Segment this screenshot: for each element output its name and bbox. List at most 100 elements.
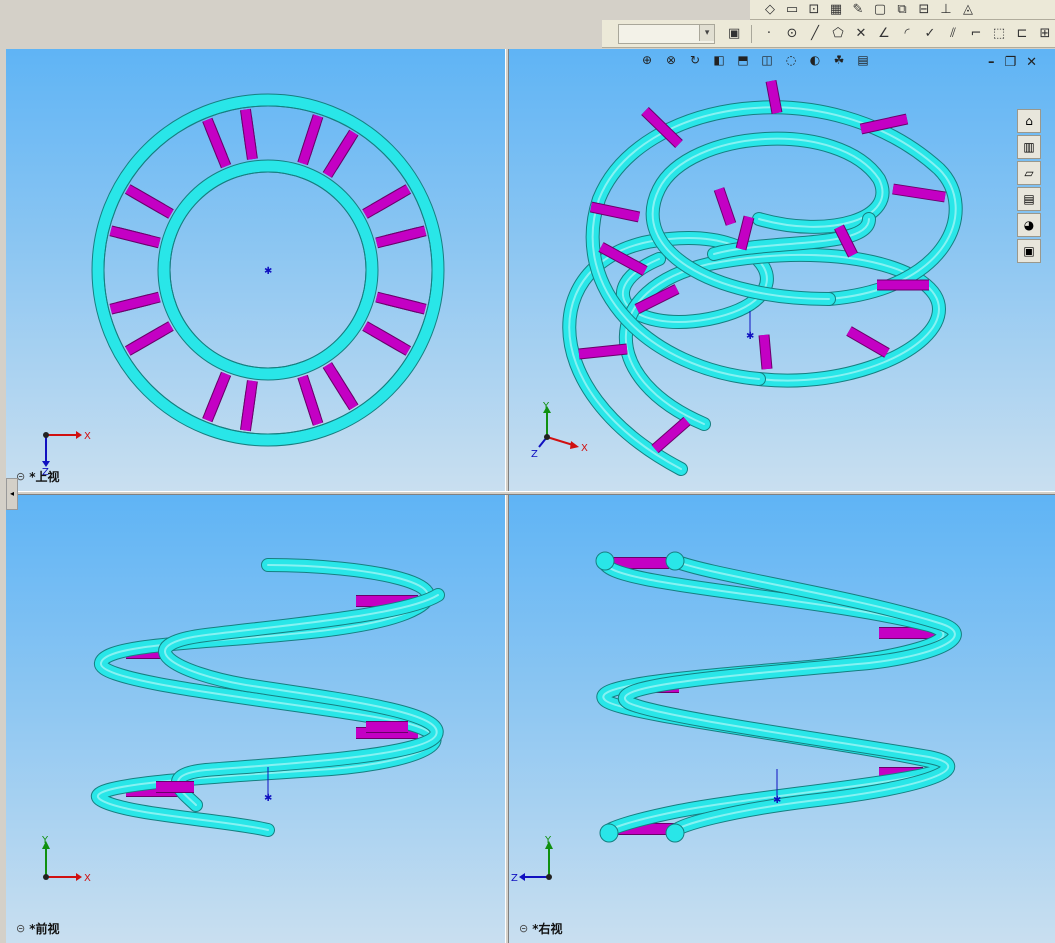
grid-icon[interactable]: ⊞ (1035, 26, 1055, 42)
section-icon[interactable]: ◧ (709, 53, 729, 69)
view-label: *上视 (29, 470, 60, 484)
rod (323, 362, 358, 410)
view-palette-icon[interactable]: ▤ (1017, 187, 1041, 211)
table-icon[interactable]: ▦ (826, 2, 846, 18)
angle-icon[interactable]: ∠ (874, 26, 894, 42)
close-button[interactable]: ✕ (1026, 55, 1037, 70)
view-triad: Y X Z (529, 401, 599, 461)
rod (203, 118, 231, 168)
point-icon[interactable]: · (759, 26, 779, 42)
display-style-icon[interactable]: ◫ (757, 53, 777, 69)
tube-end-cap (599, 823, 619, 843)
x-axis-label: X (581, 443, 588, 454)
tube-end-cap (665, 823, 685, 843)
x-axis-label: X (84, 873, 91, 884)
line-icon[interactable]: ╱ (805, 26, 825, 42)
rod (375, 292, 427, 314)
appearances-icon[interactable]: ◕ (1017, 213, 1041, 237)
x-axis-label: X (84, 431, 91, 442)
viewport-front[interactable]: ✱ Y X ⊝ *前视 (6, 495, 505, 943)
file-explorer-icon[interactable]: ▱ (1017, 161, 1041, 185)
y-axis-label: Y (544, 835, 552, 846)
tube-end-cap (595, 551, 615, 571)
rod (652, 417, 690, 453)
spring-model-right-view: ✱ (595, 551, 962, 843)
origin-marker: ✱ (264, 793, 272, 804)
view-name-right: ⊝ *右视 (519, 920, 563, 937)
sketch-icon[interactable]: ⊡ (804, 2, 824, 18)
spring-model-top-view: ✱ (91, 93, 445, 447)
hide-show-icon[interactable]: ◌ (781, 53, 801, 69)
sketch-toolbar: ▾ ▣ · ⊙ ╱ ⬠ ✕ ∠ ◜ ✓ ⫽ ⌐ ⬚ ⊏ ⊞ (602, 20, 1055, 48)
scene-icon[interactable]: ☘ (829, 53, 849, 69)
view-label: *右视 (532, 922, 563, 936)
view-name-top: ⊝ *上视 (16, 468, 60, 485)
z-axis-label: Z (531, 449, 538, 460)
view-label: *前视 (29, 922, 60, 936)
rod (759, 334, 772, 370)
zoom-area-icon[interactable]: ⊗ (661, 53, 681, 69)
chevron-down-icon[interactable]: ▾ (699, 24, 715, 41)
origin-marker: ✱ (746, 331, 754, 342)
rod (846, 327, 890, 357)
design-library-icon[interactable]: ▥ (1017, 135, 1041, 159)
appearance-icon[interactable]: ◐ (805, 53, 825, 69)
rod (578, 344, 628, 359)
rod (125, 322, 174, 355)
zoom-fit-icon[interactable]: ⊕ (637, 53, 657, 69)
rod (109, 292, 161, 314)
panel-collapse-handle[interactable]: ◂ (6, 478, 18, 510)
check-icon[interactable]: ✓ (920, 26, 940, 42)
view-triad: Y Z (511, 835, 571, 885)
base-icon[interactable]: ⊥ (936, 2, 956, 18)
heads-up-view-toolbar: ⊕ ⊗ ↻ ◧ ⬒ ◫ ◌ ◐ ☘ ▤ (637, 53, 873, 69)
copy-icon[interactable]: ▣ (724, 26, 744, 42)
box-icon[interactable]: ⊏ (1012, 26, 1032, 42)
polygon-icon[interactable]: ⬠ (828, 26, 848, 42)
viewport-right[interactable]: ✱ Y Z ⊝ *右视 (509, 495, 1055, 943)
window-controls: – ❐ ✕ (988, 55, 1037, 70)
viewport-top[interactable]: ✱ X Z ⊝ *上视 (6, 49, 505, 491)
link-icon: ⊝ (519, 922, 529, 935)
viewport-isometric[interactable]: ✱ ⊕ ⊗ ↻ ◧ ⬒ ◫ ◌ ◐ ☘ ▤ – ❐ ✕ ⌂ ▥ ▱ ▤ ◕ ▣ Y X Z (509, 49, 1055, 491)
rod (203, 372, 231, 422)
home-icon[interactable]: ⌂ (1017, 109, 1041, 133)
viewport-splitter-horizontal[interactable] (6, 491, 1055, 495)
rotate-icon[interactable]: ↻ (685, 53, 705, 69)
view-orientation-icon[interactable]: ⬒ (733, 53, 753, 69)
minimize-button[interactable]: – (988, 55, 995, 70)
z-axis-label: Z (511, 873, 518, 884)
custom-properties-icon[interactable]: ▣ (1017, 239, 1041, 263)
view-name-front: ⊝ *前视 (16, 920, 60, 937)
rod (323, 130, 358, 178)
y-axis-label: Y (41, 835, 49, 846)
configuration-combo[interactable]: ▾ (618, 23, 716, 44)
y-axis-label: Y (542, 401, 550, 412)
edit-icon[interactable]: ✎ (848, 2, 868, 18)
tube-end-cap (665, 551, 685, 571)
rod (892, 184, 946, 202)
corner-icon[interactable]: ⌐ (966, 26, 986, 42)
rectangle-icon[interactable]: ▭ (782, 2, 802, 18)
smart-dimension-icon[interactable]: ◇ (760, 2, 780, 18)
rod (375, 226, 427, 248)
restore-button[interactable]: ❐ (1004, 55, 1016, 70)
offset-icon[interactable]: ⫽ (943, 26, 963, 42)
window-icon[interactable]: ▢ (870, 2, 890, 18)
view-settings-icon[interactable]: ▤ (853, 53, 873, 69)
rod (125, 185, 174, 218)
convert-icon[interactable]: ⬚ (989, 26, 1009, 42)
link-icon: ⊝ (16, 922, 26, 935)
fillet-icon[interactable]: ◜ (897, 26, 917, 42)
view-triad: Y X (36, 835, 96, 885)
rod (362, 322, 411, 355)
circle-icon[interactable]: ⊙ (782, 26, 802, 42)
trim-icon[interactable]: ✕ (851, 26, 871, 42)
rod (362, 185, 411, 218)
origin-marker: ✱ (264, 266, 272, 277)
viewport-splitter-vertical[interactable] (505, 49, 509, 943)
copy-icon[interactable]: ⧉ (892, 2, 912, 18)
surface-icon[interactable]: ◬ (958, 2, 978, 18)
mirror-icon[interactable]: ⊟ (914, 2, 934, 18)
origin-marker: ✱ (773, 795, 781, 806)
